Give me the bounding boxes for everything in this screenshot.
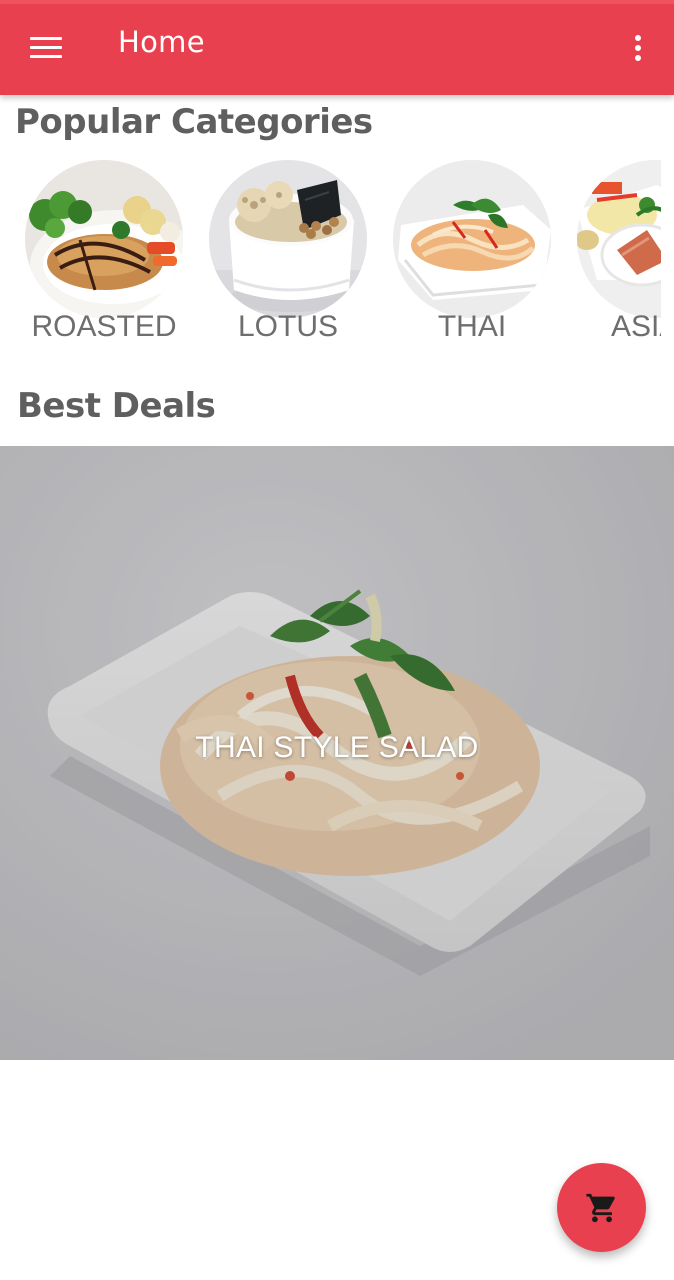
popular-categories-title: Popular Categories bbox=[15, 102, 373, 142]
home-screen: Home Popular Categories ROASTED LOTUS TH… bbox=[0, 0, 674, 1280]
asian-dish-image bbox=[577, 160, 661, 318]
category-item-lotus[interactable]: LOTUS bbox=[209, 158, 367, 354]
category-label: ASIAN bbox=[610, 310, 661, 343]
deal-card[interactable]: THAI STYLE SALAD bbox=[0, 446, 674, 1060]
categories-carousel[interactable]: ROASTED LOTUS THAI ASI bbox=[0, 158, 661, 358]
hamburger-menu-icon bbox=[30, 37, 62, 59]
app-bar: Home bbox=[0, 0, 674, 95]
deal-title: THAI STYLE SALAD bbox=[195, 731, 479, 764]
page-title: Home bbox=[118, 25, 205, 59]
status-bar-strip bbox=[0, 0, 674, 4]
category-item-thai[interactable]: THAI bbox=[393, 158, 551, 354]
category-label: THAI bbox=[437, 310, 507, 343]
menu-button[interactable] bbox=[18, 24, 74, 72]
shopping-cart-icon bbox=[585, 1193, 615, 1222]
overflow-menu-button[interactable] bbox=[616, 24, 660, 72]
category-item-asian[interactable]: ASIAN bbox=[577, 158, 661, 354]
thai-noodle-image bbox=[393, 160, 551, 318]
lotus-soup-image bbox=[209, 160, 367, 318]
category-item-roasted[interactable]: ROASTED bbox=[25, 158, 183, 354]
roasted-dish-image bbox=[25, 160, 183, 318]
more-vert-icon bbox=[635, 35, 641, 41]
best-deals-title: Best Deals bbox=[17, 386, 216, 426]
category-label: ROASTED bbox=[31, 310, 177, 343]
category-label: LOTUS bbox=[237, 310, 339, 343]
cart-fab-button[interactable] bbox=[557, 1163, 646, 1252]
